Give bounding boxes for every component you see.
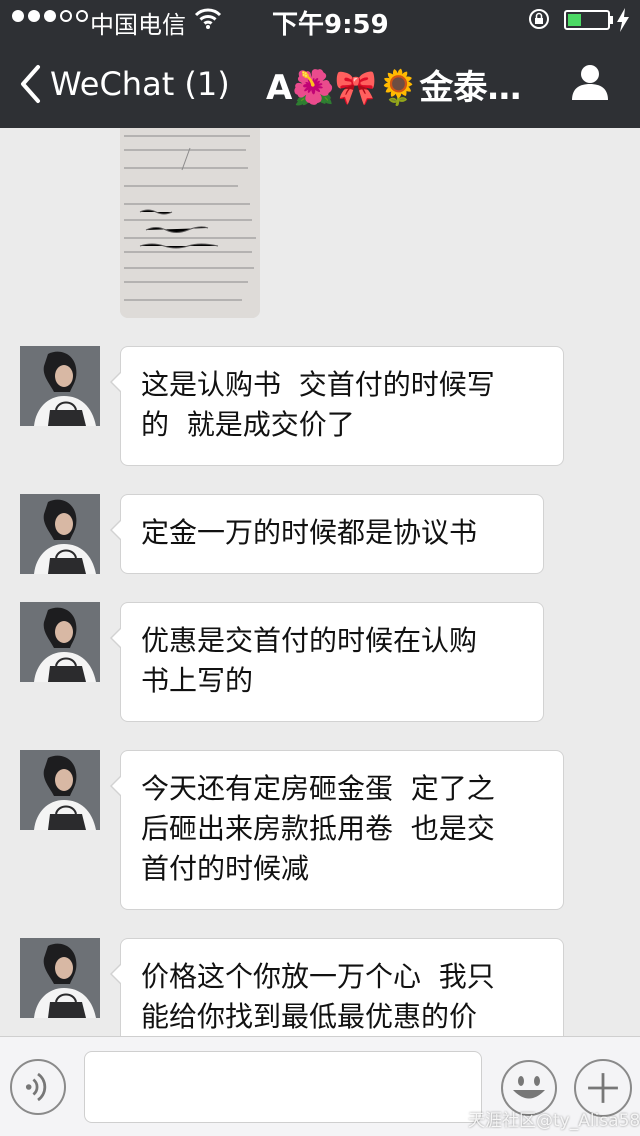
chat-title: A🌺🎀🌻金泰… <box>266 68 522 108</box>
top-bar: 中国电信 下午9:59 WeChat (1) A🌺🎀🌻金泰… <box>0 0 640 128</box>
message-text: 这是认购书 交首付的时候写 的 就是成交价了 <box>141 368 495 441</box>
nav-bar: WeChat (1) A🌺🎀🌻金泰… <box>0 40 640 128</box>
signal-dot-empty <box>76 10 88 22</box>
signal-dot <box>44 10 56 22</box>
signal-dot <box>28 10 40 22</box>
bubble-tail <box>110 627 122 649</box>
battery-cap <box>610 16 613 24</box>
battery-fill <box>568 14 581 26</box>
message-row: 定金一万的时候都是协议书 <box>20 494 620 574</box>
bubble-tail <box>110 371 122 393</box>
message-bubble[interactable]: 今天还有定房砸金蛋 定了之 后砸出来房款抵用卷 也是交 首付的时候减 <box>110 750 564 910</box>
bubble-tail <box>110 519 122 541</box>
person-icon[interactable] <box>570 62 610 102</box>
rotation-lock-icon <box>529 9 549 29</box>
avatar[interactable] <box>20 346 100 426</box>
wechat-chat-screen: 中国电信 下午9:59 WeChat (1) A🌺🎀🌻金泰… 这是认购书 交首付… <box>0 0 640 1136</box>
avatar[interactable] <box>20 750 100 830</box>
signal-dot-empty <box>60 10 72 22</box>
signal-dot <box>12 10 24 22</box>
voice-icon[interactable] <box>10 1059 66 1115</box>
clock: 下午9:59 <box>272 10 389 40</box>
battery-icon <box>564 10 610 30</box>
avatar[interactable] <box>20 494 100 574</box>
back-label: WeChat (1) <box>50 65 230 103</box>
message-bubble[interactable]: 优惠是交首付的时候在认购 书上写的 <box>110 602 544 722</box>
message-row: 这是认购书 交首付的时候写 的 就是成交价了 <box>20 346 620 466</box>
image-message[interactable] <box>120 128 260 318</box>
message-bubble[interactable]: 这是认购书 交首付的时候写 的 就是成交价了 <box>110 346 564 466</box>
status-bar: 中国电信 下午9:59 <box>0 0 640 40</box>
wifi-icon <box>194 8 222 29</box>
message-row: 今天还有定房砸金蛋 定了之 后砸出来房款抵用卷 也是交 首付的时候减 <box>20 750 620 910</box>
bubble-tail <box>110 963 122 985</box>
bubble-tail <box>110 775 122 797</box>
watermark: 天涯社区@ty_Alisa584 <box>468 1111 640 1131</box>
carrier-name: 中国电信 <box>90 11 186 39</box>
message-list[interactable]: 这是认购书 交首付的时候写 的 就是成交价了定金一万的时候都是协议书优惠是交首付… <box>0 128 640 1036</box>
avatar[interactable] <box>20 938 100 1018</box>
message-bubble[interactable]: 价格这个你放一万个心 我只 能给你找到最低最优惠的价 <box>110 938 564 1036</box>
message-row: 价格这个你放一万个心 我只 能给你找到最低最优惠的价 <box>20 938 620 1036</box>
chevron-left-icon <box>21 65 40 103</box>
avatar[interactable] <box>20 602 100 682</box>
message-text: 今天还有定房砸金蛋 定了之 后砸出来房款抵用卷 也是交 首付的时候减 <box>141 772 495 885</box>
back-button[interactable]: WeChat (1) <box>18 62 230 106</box>
message-text: 优惠是交首付的时候在认购 书上写的 <box>141 624 478 697</box>
message-text: 定金一万的时候都是协议书 <box>141 516 478 549</box>
message-text: 价格这个你放一万个心 我只 能给你找到最低最优惠的价 <box>141 960 495 1033</box>
message-row: 优惠是交首付的时候在认购 书上写的 <box>20 602 620 722</box>
message-bubble[interactable]: 定金一万的时候都是协议书 <box>110 494 544 574</box>
message-input[interactable] <box>84 1051 482 1123</box>
signal-strength-icon <box>12 10 88 22</box>
document-photo <box>120 128 260 318</box>
charging-bolt-icon <box>617 8 629 32</box>
